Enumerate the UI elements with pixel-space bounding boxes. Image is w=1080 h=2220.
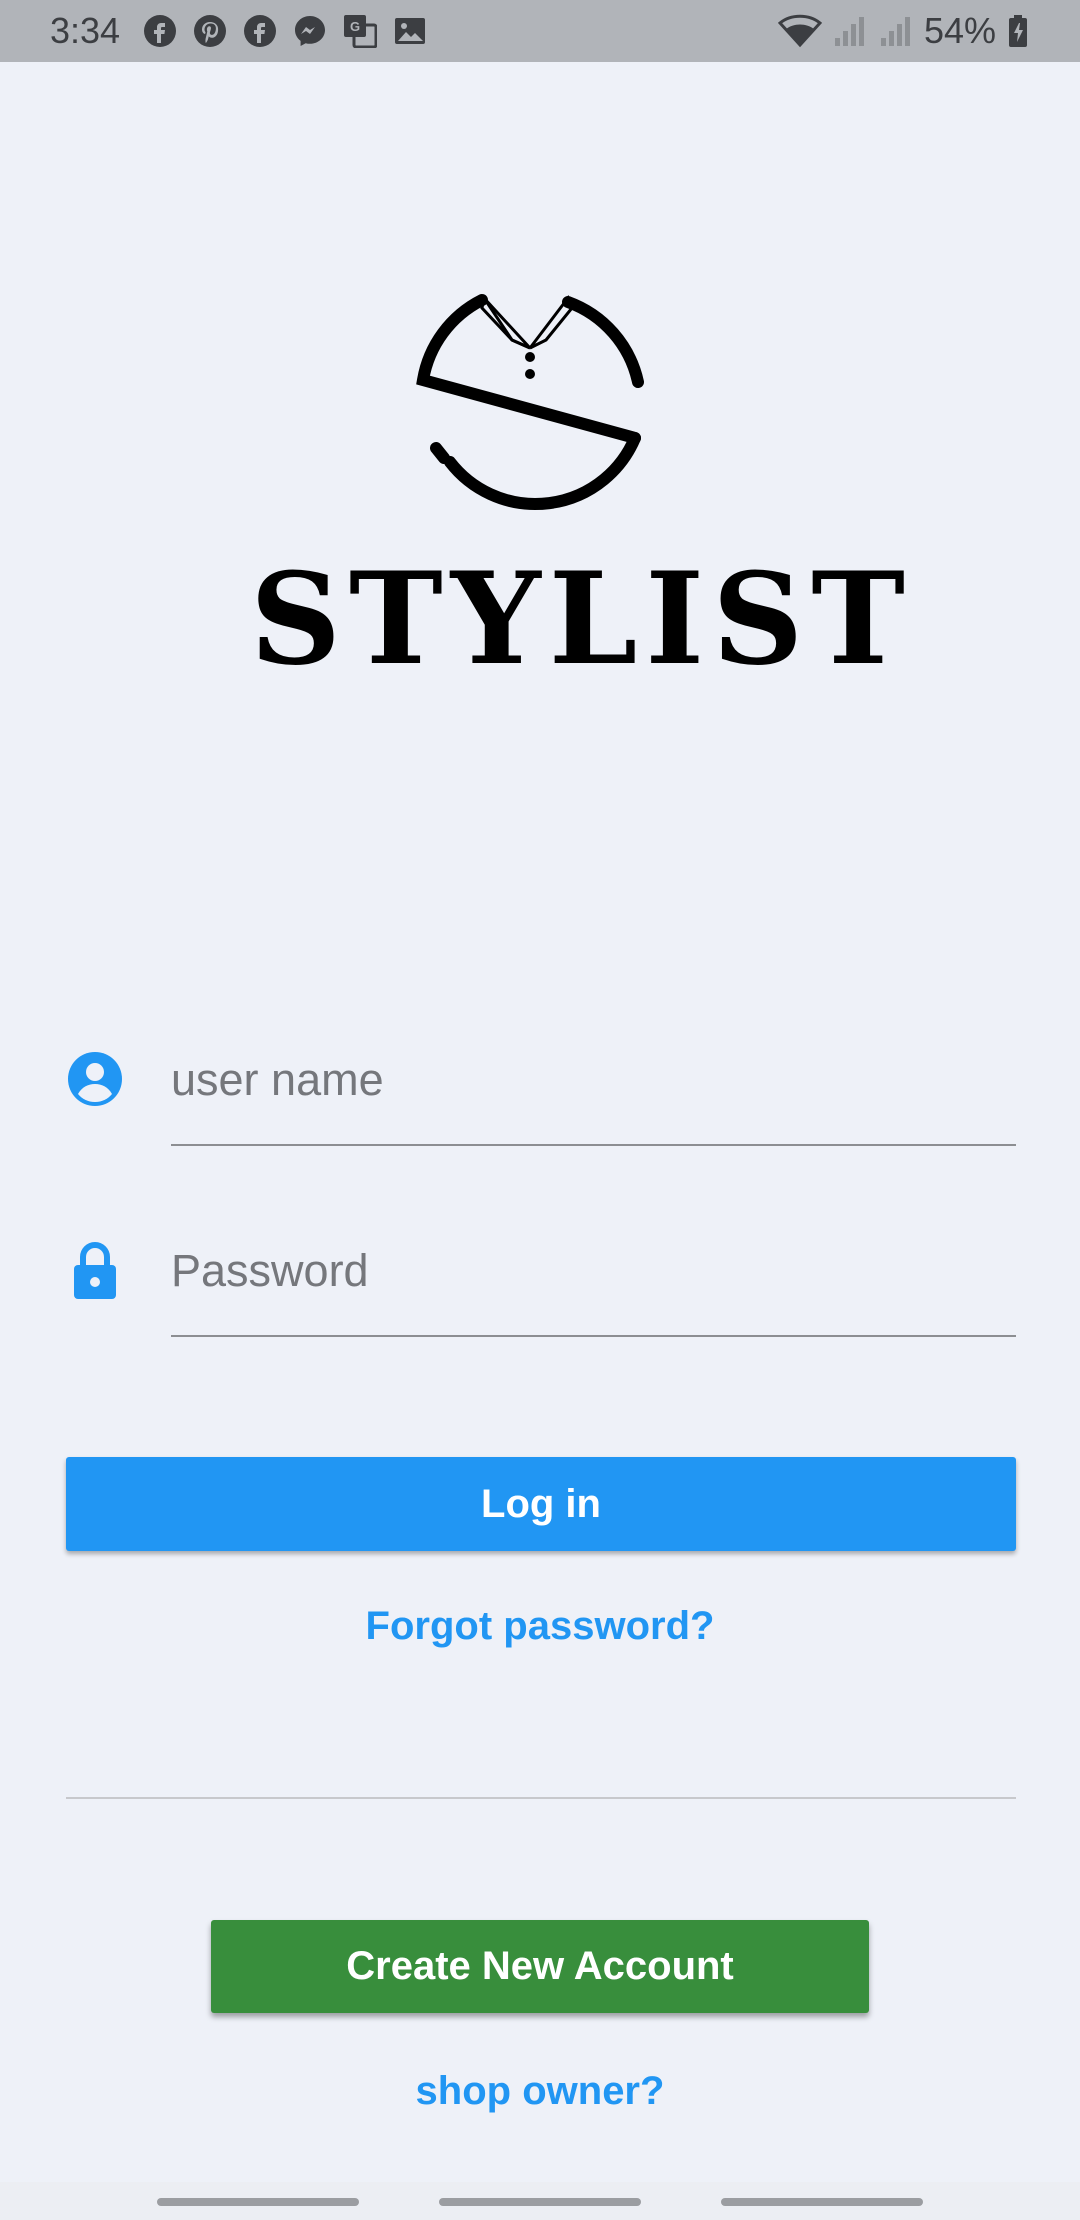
divider <box>66 1797 1016 1799</box>
create-account-button[interactable]: Create New Account <box>211 1920 869 2013</box>
battery-icon <box>1006 13 1030 49</box>
username-field <box>66 1030 1016 1150</box>
forgot-password-link[interactable]: Forgot password? <box>0 1604 1080 1649</box>
username-input[interactable] <box>171 1030 1016 1130</box>
messenger-icon <box>292 13 328 49</box>
password-underline <box>171 1335 1016 1337</box>
account-circle-icon <box>66 1050 126 1110</box>
brand-name: STYLIST <box>250 545 913 693</box>
svg-text:G: G <box>350 19 360 34</box>
gallery-icon <box>392 13 428 49</box>
shirt-collar-emblem-icon <box>416 294 644 511</box>
username-underline <box>171 1144 1016 1146</box>
nav-recents-button[interactable] <box>157 2198 359 2206</box>
navigation-bar <box>0 2182 1080 2220</box>
nav-back-button[interactable] <box>721 2198 923 2206</box>
wifi-icon <box>777 13 822 49</box>
lock-icon <box>66 1241 126 1301</box>
signal-icon <box>832 13 868 49</box>
nav-home-button[interactable] <box>439 2198 641 2206</box>
stylist-logo: STYLIST <box>250 290 905 693</box>
facebook-icon <box>142 13 178 49</box>
login-button[interactable]: Log in <box>66 1457 1016 1551</box>
pinterest-icon <box>192 13 228 49</box>
battery-percent: 54% <box>923 10 996 51</box>
facebook-icon <box>242 13 278 49</box>
status-bar: 3:34 G 54% <box>0 0 1080 62</box>
notification-icons: G <box>142 13 428 49</box>
status-time: 3:34 <box>50 10 121 51</box>
password-field <box>66 1221 1016 1341</box>
signal-icon <box>878 13 914 49</box>
shop-owner-link[interactable]: shop owner? <box>0 2069 1080 2114</box>
translate-icon: G <box>342 13 378 49</box>
password-input[interactable] <box>171 1221 1016 1321</box>
status-right: 54% <box>777 10 1030 52</box>
